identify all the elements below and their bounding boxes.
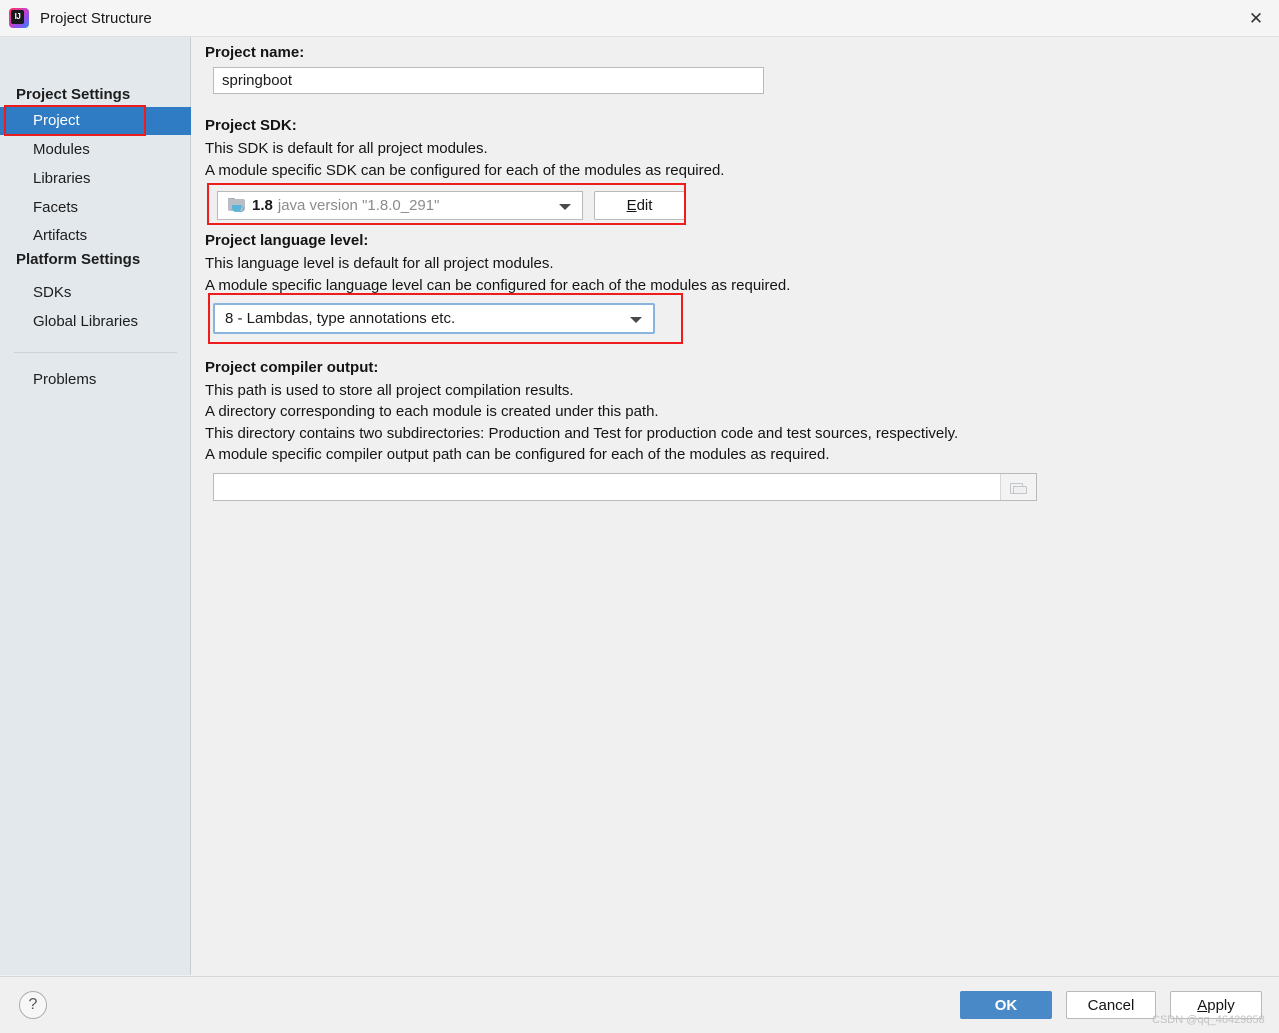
cancel-button[interactable]: Cancel: [1066, 991, 1156, 1019]
project-settings-panel: Project name: springboot Project SDK: Th…: [192, 37, 1279, 975]
sidebar-item-modules[interactable]: Modules: [0, 136, 191, 164]
ok-button[interactable]: OK: [960, 991, 1052, 1019]
language-level-label: Project language level:: [205, 232, 368, 249]
compiler-output-description-line-3: This directory contains two subdirectori…: [205, 425, 958, 442]
compiler-output-path-input[interactable]: [213, 473, 1037, 501]
sidebar-item-global-libraries[interactable]: Global Libraries: [0, 308, 191, 336]
close-icon[interactable]: ✕: [1233, 0, 1279, 36]
project-name-input[interactable]: springboot: [213, 67, 764, 94]
compiler-output-description-line-2: A directory corresponding to each module…: [205, 403, 659, 420]
compiler-output-description-line-4: A module specific compiler output path c…: [205, 446, 830, 463]
project-sdk-description-line-2: A module specific SDK can be configured …: [205, 162, 724, 179]
sidebar-item-sdks[interactable]: SDKs: [0, 279, 191, 307]
project-sdk-value-detail: java version "1.8.0_291": [273, 197, 440, 214]
language-level-value: 8 - Lambdas, type annotations etc.: [215, 310, 455, 327]
browse-folder-button[interactable]: [1000, 474, 1036, 500]
language-level-description-line-1: This language level is default for all p…: [205, 255, 554, 272]
language-level-description-line-2: A module specific language level can be …: [205, 277, 790, 294]
project-sdk-description-line-1: This SDK is default for all project modu…: [205, 140, 488, 157]
project-name-label: Project name:: [205, 44, 304, 61]
apply-button-label-rest: pply: [1207, 997, 1235, 1014]
sidebar-item-facets[interactable]: Facets: [0, 194, 191, 222]
title-bar: IJ Project Structure ✕: [0, 0, 1279, 37]
logo-letters: IJ: [11, 10, 24, 24]
settings-sidebar: Project Settings Project Modules Librari…: [0, 37, 191, 975]
edit-button-label-rest: dit: [637, 197, 653, 214]
help-button[interactable]: ?: [19, 991, 47, 1019]
apply-button-mnemonic: A: [1197, 997, 1207, 1014]
watermark-text: CSDN @qq_46429858: [1152, 1014, 1265, 1026]
chevron-down-icon: [630, 317, 642, 323]
sidebar-group-project-settings: Project Settings: [0, 86, 130, 103]
sidebar-group-platform-settings: Platform Settings: [0, 251, 140, 268]
sidebar-divider: [14, 352, 177, 353]
java-sdk-icon: [228, 198, 246, 213]
sidebar-item-problems[interactable]: Problems: [0, 366, 191, 394]
project-sdk-combobox[interactable]: 1.8 java version "1.8.0_291": [217, 191, 583, 220]
sidebar-item-libraries[interactable]: Libraries: [0, 165, 191, 193]
window-title: Project Structure: [40, 10, 152, 27]
folder-icon: [1010, 481, 1027, 494]
chevron-down-icon: [559, 204, 571, 210]
sidebar-item-project[interactable]: Project: [0, 107, 191, 135]
intellij-logo-icon: IJ: [9, 8, 29, 28]
compiler-output-description-line-1: This path is used to store all project c…: [205, 382, 574, 399]
edit-button-mnemonic: E: [627, 197, 637, 214]
edit-sdk-button[interactable]: Edit: [594, 191, 685, 220]
sidebar-item-artifacts[interactable]: Artifacts: [0, 222, 191, 250]
language-level-combobox[interactable]: 8 - Lambdas, type annotations etc.: [213, 303, 655, 334]
project-sdk-label: Project SDK:: [205, 117, 297, 134]
project-structure-dialog: IJ Project Structure ✕ ← → Project Setti…: [0, 0, 1279, 1033]
compiler-output-label: Project compiler output:: [205, 359, 378, 376]
project-sdk-value-version: 1.8: [246, 197, 273, 214]
